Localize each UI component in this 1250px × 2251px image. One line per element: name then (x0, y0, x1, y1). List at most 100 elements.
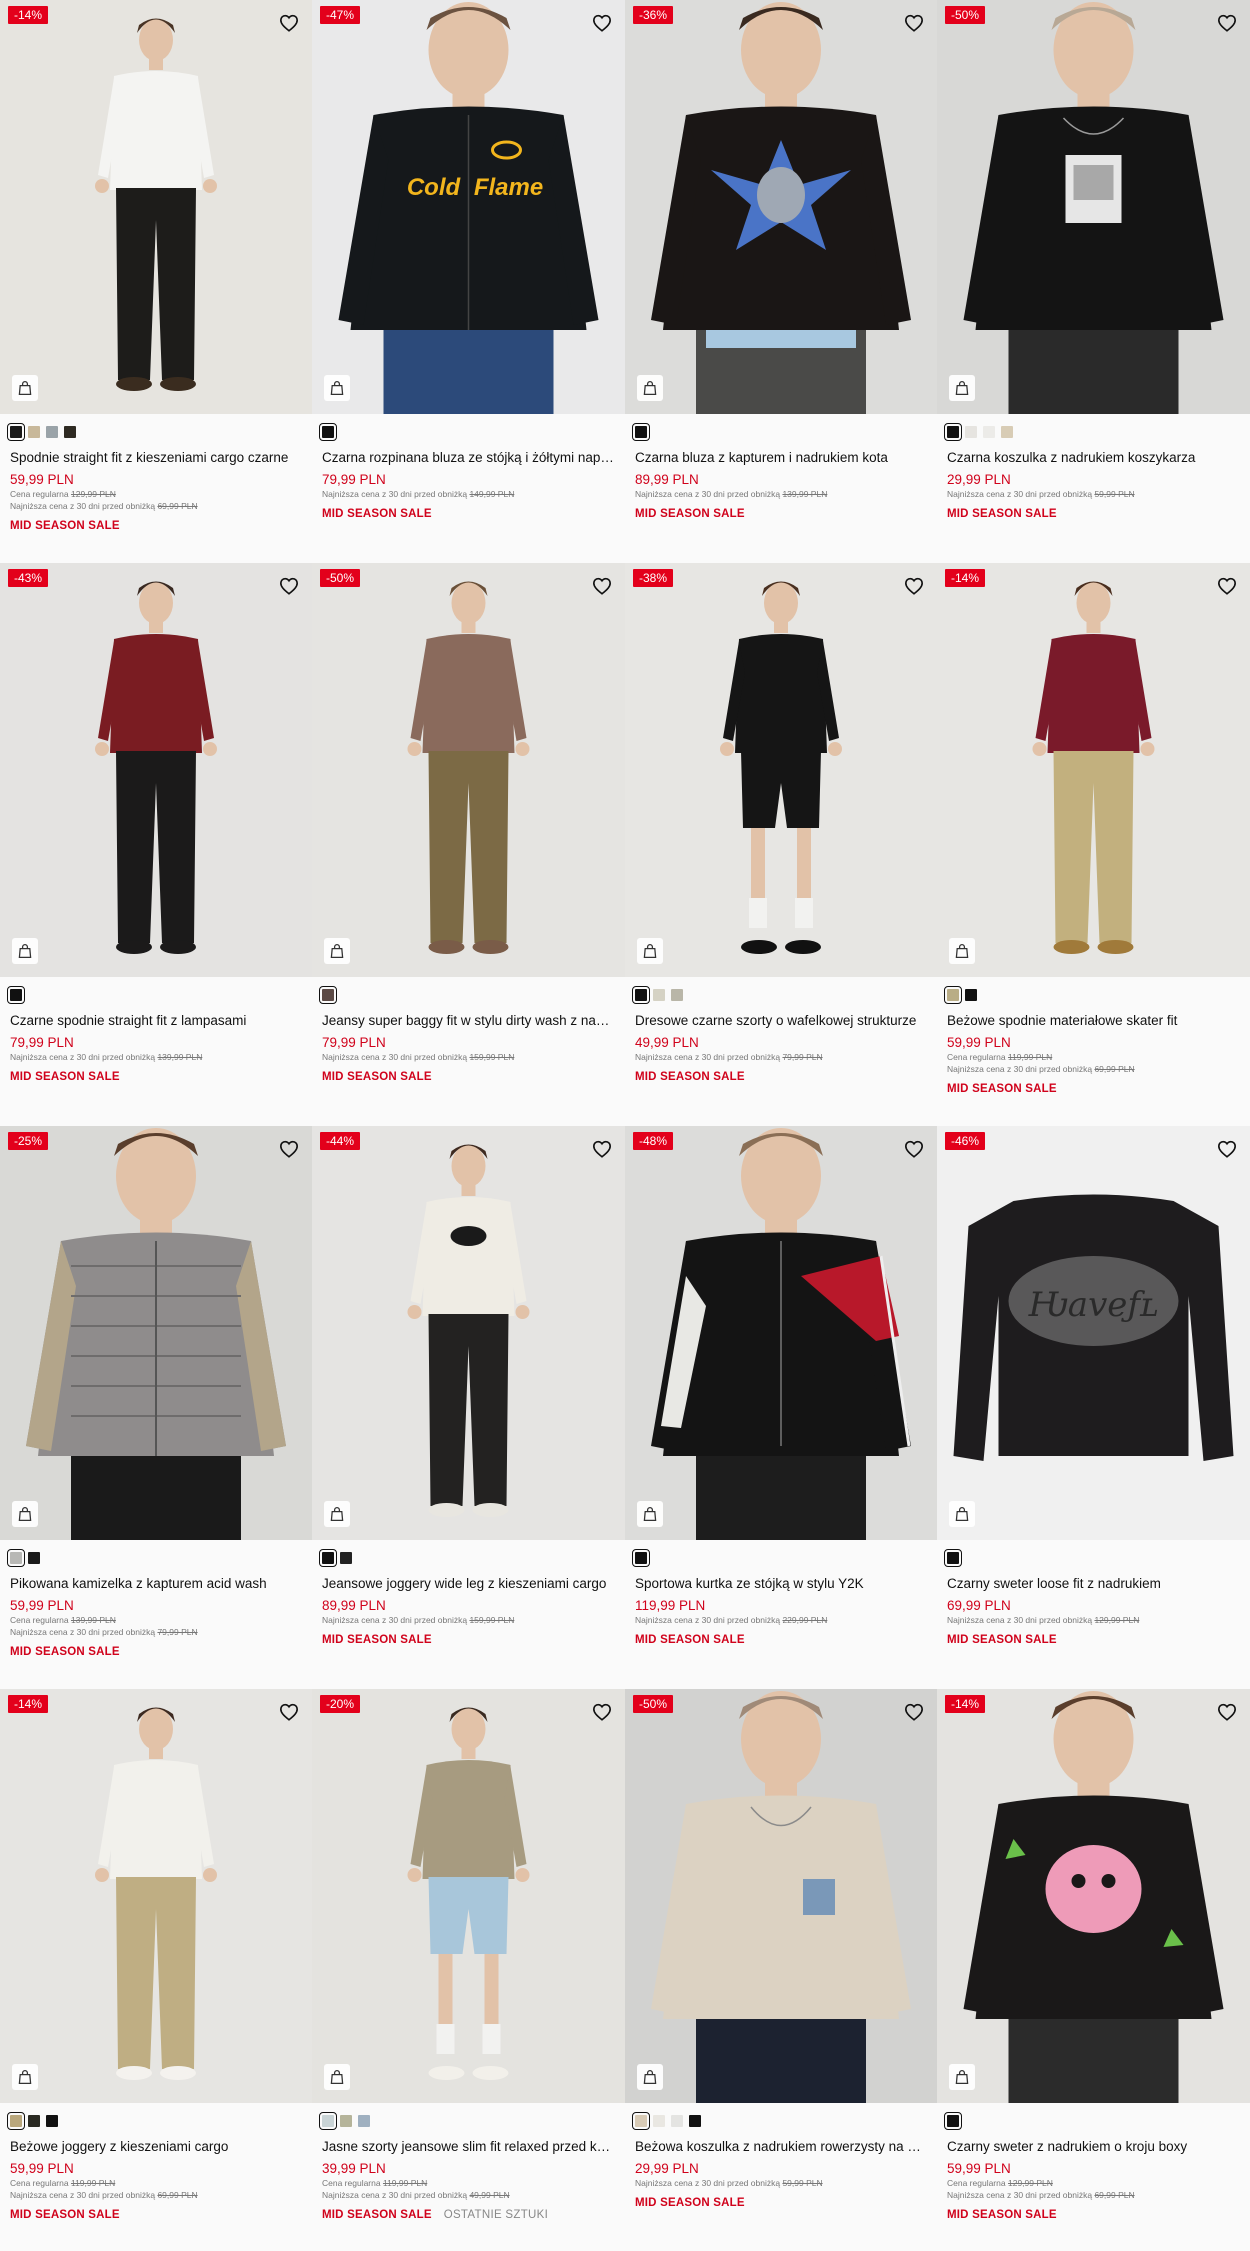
product-card[interactable]: -48% Sportowa kurtka ze stójką w stylu Y2… (625, 1126, 937, 1689)
color-swatch[interactable] (983, 426, 995, 438)
product-name[interactable]: Beżowe spodnie materiałowe skater fit (947, 1012, 1240, 1029)
product-card[interactable]: -36% Czarna bluza z kapturem i nadrukiem … (625, 0, 937, 563)
color-swatch[interactable] (689, 2115, 701, 2127)
product-name[interactable]: Czarna koszulka z nadrukiem koszykarza (947, 449, 1240, 466)
product-image[interactable]: -14% (0, 1689, 312, 2103)
product-name[interactable]: Czarne spodnie straight fit z lampasami (10, 1012, 302, 1029)
product-image[interactable]: Cold Flame -47% (312, 0, 625, 414)
product-name[interactable]: Pikowana kamizelka z kapturem acid wash (10, 1575, 302, 1592)
product-image[interactable]: -20% (312, 1689, 625, 2103)
product-name[interactable]: Jeansy super baggy fit w stylu dirty was… (322, 1012, 615, 1029)
product-card[interactable]: -20% Jasne szorty jeansowe slim fit relax… (312, 1689, 625, 2251)
bag-icon[interactable] (637, 2064, 663, 2090)
product-image[interactable]: -50% (625, 1689, 937, 2103)
bag-icon[interactable] (324, 2064, 350, 2090)
product-card[interactable]: -38% Dresowe czarne szorty o wafelkowej s… (625, 563, 937, 1126)
product-card[interactable]: -14% Spodnie straight fit z kieszeniami c… (0, 0, 312, 563)
product-name[interactable]: Sportowa kurtka ze stójką w stylu Y2K (635, 1575, 927, 1592)
product-card[interactable]: -50% Beżowa koszulka z nadrukiem rowerzys… (625, 1689, 937, 2251)
bag-icon[interactable] (637, 375, 663, 401)
product-card[interactable]: -14% Beżowe spodnie materiałowe skater fi… (937, 563, 1250, 1126)
heart-icon[interactable] (276, 1699, 302, 1725)
heart-icon[interactable] (1214, 1136, 1240, 1162)
color-swatch[interactable] (46, 426, 58, 438)
color-swatch[interactable] (632, 423, 650, 441)
color-swatch[interactable] (944, 423, 962, 441)
heart-icon[interactable] (276, 573, 302, 599)
bag-icon[interactable] (637, 938, 663, 964)
product-image[interactable]: -36% (625, 0, 937, 414)
color-swatch[interactable] (965, 426, 977, 438)
bag-icon[interactable] (949, 1501, 975, 1527)
color-swatch[interactable] (7, 423, 25, 441)
product-image[interactable]: Ƕaveƒʟ -46% (937, 1126, 1250, 1540)
product-card[interactable]: -25% Pikowana kamizelka z kapturem acid w… (0, 1126, 312, 1689)
color-swatch[interactable] (632, 986, 650, 1004)
product-image[interactable]: -14% (0, 0, 312, 414)
product-image[interactable]: -25% (0, 1126, 312, 1540)
product-image[interactable]: -43% (0, 563, 312, 977)
color-swatch[interactable] (7, 986, 25, 1004)
heart-icon[interactable] (589, 1699, 615, 1725)
product-name[interactable]: Czarny sweter z nadrukiem o kroju boxy (947, 2138, 1240, 2155)
bag-icon[interactable] (949, 2064, 975, 2090)
product-name[interactable]: Czarna bluza z kapturem i nadrukiem kota (635, 449, 927, 466)
bag-icon[interactable] (324, 375, 350, 401)
color-swatch[interactable] (632, 2112, 650, 2130)
color-swatch[interactable] (340, 2115, 352, 2127)
color-swatch[interactable] (653, 2115, 665, 2127)
color-swatch[interactable] (319, 986, 337, 1004)
bag-icon[interactable] (949, 938, 975, 964)
color-swatch[interactable] (944, 986, 962, 1004)
color-swatch[interactable] (28, 2115, 40, 2127)
heart-icon[interactable] (1214, 10, 1240, 36)
color-swatch[interactable] (340, 1552, 352, 1564)
product-image[interactable]: -14% (937, 1689, 1250, 2103)
color-swatch[interactable] (944, 1549, 962, 1567)
color-swatch[interactable] (319, 1549, 337, 1567)
color-swatch[interactable] (46, 2115, 58, 2127)
bag-icon[interactable] (324, 1501, 350, 1527)
product-name[interactable]: Beżowa koszulka z nadrukiem rowerzysty n… (635, 2138, 927, 2155)
heart-icon[interactable] (1214, 1699, 1240, 1725)
product-card[interactable]: Ƕaveƒʟ -46% Czarny sweter loose fit z nadr… (937, 1126, 1250, 1689)
product-name[interactable]: Spodnie straight fit z kieszeniami cargo… (10, 449, 302, 466)
product-card[interactable]: -44% Jeansowe joggery wide leg z kieszeni… (312, 1126, 625, 1689)
heart-icon[interactable] (901, 1136, 927, 1162)
color-swatch[interactable] (965, 989, 977, 1001)
bag-icon[interactable] (12, 375, 38, 401)
product-name[interactable]: Czarny sweter loose fit z nadrukiem (947, 1575, 1240, 1592)
product-card[interactable]: -14% Czarny sweter z nadrukiem o kroju bo… (937, 1689, 1250, 2251)
color-swatch[interactable] (671, 2115, 683, 2127)
heart-icon[interactable] (589, 573, 615, 599)
bag-icon[interactable] (949, 375, 975, 401)
product-image[interactable]: -14% (937, 563, 1250, 977)
product-name[interactable]: Dresowe czarne szorty o wafelkowej struk… (635, 1012, 927, 1029)
product-card[interactable]: -50% Jeansy super baggy fit w stylu dirty… (312, 563, 625, 1126)
product-name[interactable]: Beżowe joggery z kieszeniami cargo (10, 2138, 302, 2155)
product-name[interactable]: Jasne szorty jeansowe slim fit relaxed p… (322, 2138, 615, 2155)
color-swatch[interactable] (632, 1549, 650, 1567)
color-swatch[interactable] (7, 2112, 25, 2130)
product-image[interactable]: -50% (937, 0, 1250, 414)
product-image[interactable]: -44% (312, 1126, 625, 1540)
heart-icon[interactable] (589, 10, 615, 36)
product-image[interactable]: -48% (625, 1126, 937, 1540)
color-swatch[interactable] (7, 1549, 25, 1567)
product-card[interactable]: -50% Czarna koszulka z nadrukiem koszykar… (937, 0, 1250, 563)
color-swatch[interactable] (671, 989, 683, 1001)
product-card[interactable]: Cold Flame -47% Czarna rozpinana bluza ze s… (312, 0, 625, 563)
product-card[interactable]: -14% Beżowe joggery z kieszeniami cargo 59… (0, 1689, 312, 2251)
color-swatch[interactable] (944, 2112, 962, 2130)
heart-icon[interactable] (276, 1136, 302, 1162)
heart-icon[interactable] (1214, 573, 1240, 599)
heart-icon[interactable] (901, 1699, 927, 1725)
product-name[interactable]: Jeansowe joggery wide leg z kieszeniami … (322, 1575, 615, 1592)
color-swatch[interactable] (319, 2112, 337, 2130)
heart-icon[interactable] (589, 1136, 615, 1162)
color-swatch[interactable] (28, 426, 40, 438)
bag-icon[interactable] (324, 938, 350, 964)
product-name[interactable]: Czarna rozpinana bluza ze stójką i żółty… (322, 449, 615, 466)
heart-icon[interactable] (901, 573, 927, 599)
heart-icon[interactable] (276, 10, 302, 36)
